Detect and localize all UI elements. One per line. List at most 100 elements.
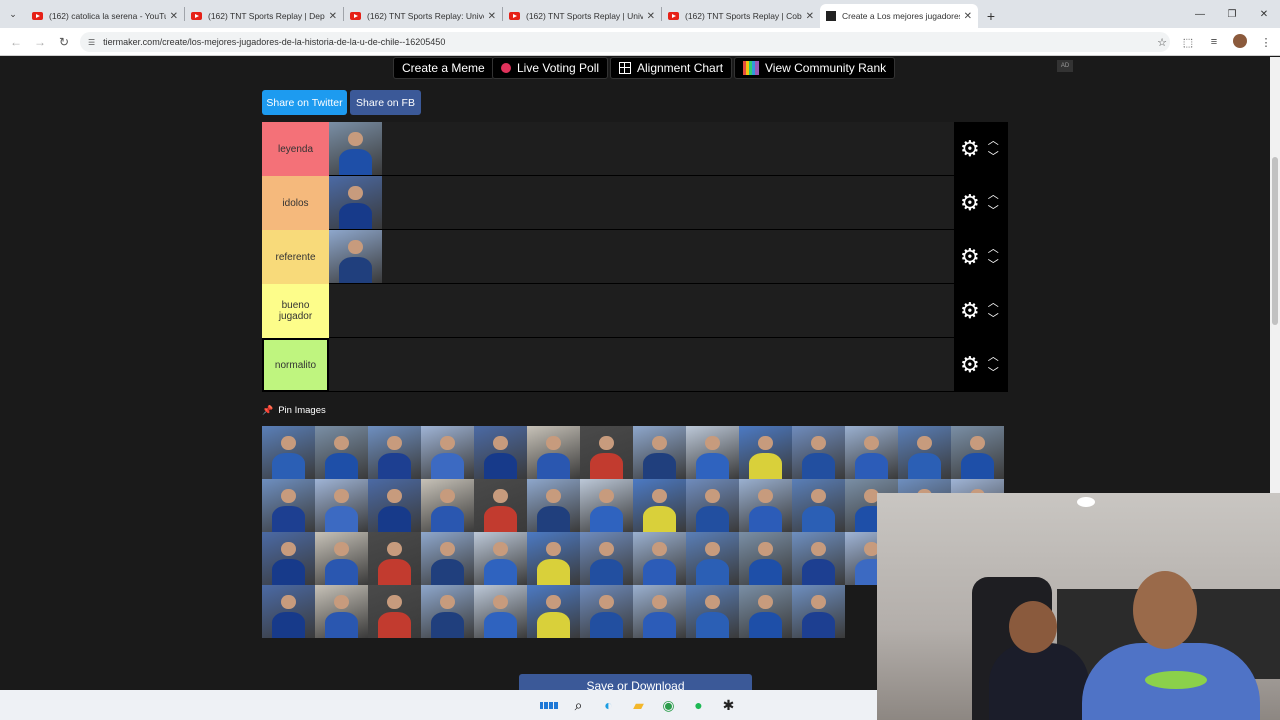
pool-player-image[interactable] [262, 585, 315, 638]
chevron-down-icon[interactable]: ﹀ [988, 311, 999, 327]
pool-player-image[interactable] [739, 532, 792, 585]
tier-player-image[interactable] [329, 176, 382, 229]
gear-icon[interactable]: ⚙ [960, 245, 980, 268]
pool-player-image[interactable] [262, 479, 315, 532]
tier-label[interactable]: referente [262, 230, 329, 284]
tier-items-dropzone[interactable] [329, 230, 954, 283]
new-tab-button[interactable]: + [978, 4, 1004, 28]
tab-search-icon[interactable]: ⌄ [0, 0, 26, 28]
tier-items-dropzone[interactable] [329, 338, 954, 391]
forward-icon[interactable]: → [28, 35, 52, 49]
chrome-icon[interactable]: ◉ [660, 696, 678, 714]
address-bar[interactable]: ☰ tiermaker.com/create/los-mejores-jugad… [80, 32, 1170, 52]
spotify-icon[interactable]: ● [690, 696, 708, 714]
scrollbar-thumb[interactable] [1272, 157, 1278, 325]
minimize-icon[interactable]: — [1184, 0, 1216, 28]
pool-player-image[interactable] [474, 585, 527, 638]
tier-label[interactable]: idolos [262, 176, 329, 230]
pool-player-image[interactable] [474, 426, 527, 479]
site-info-icon[interactable]: ☰ [88, 38, 95, 47]
tier-label[interactable]: normalito [262, 338, 329, 392]
share-fb-button[interactable]: Share on FB [350, 90, 421, 115]
close-window-icon[interactable]: ✕ [1248, 0, 1280, 28]
pool-player-image[interactable] [633, 585, 686, 638]
pool-player-image[interactable] [421, 479, 474, 532]
tier-items-dropzone[interactable] [329, 176, 954, 229]
chevron-down-icon[interactable]: ﹀ [988, 257, 999, 273]
tier-player-image[interactable] [329, 122, 382, 175]
pool-player-image[interactable] [580, 426, 633, 479]
tier-items-dropzone[interactable] [329, 284, 954, 337]
tier-items-dropzone[interactable] [329, 122, 954, 175]
chevron-up-icon[interactable]: ︿ [988, 349, 999, 365]
pool-player-image[interactable] [262, 426, 315, 479]
app-icon[interactable]: ✱ [720, 696, 738, 714]
pool-player-image[interactable] [527, 532, 580, 585]
gear-icon[interactable]: ⚙ [960, 353, 980, 376]
pool-player-image[interactable] [580, 479, 633, 532]
back-icon[interactable]: ← [4, 35, 28, 49]
bookmark-star-icon[interactable]: ☆ [1154, 36, 1170, 49]
tab-0[interactable]: (162) catolica la serena - YouTu ✕ [26, 4, 184, 28]
pool-player-image[interactable] [315, 585, 368, 638]
menu-icon[interactable]: ⋮ [1258, 36, 1274, 49]
gear-icon[interactable]: ⚙ [960, 191, 980, 214]
chevron-down-icon[interactable]: ﹀ [988, 365, 999, 381]
chevron-up-icon[interactable]: ︿ [988, 241, 999, 257]
pool-player-image[interactable] [368, 585, 421, 638]
pool-player-image[interactable] [527, 426, 580, 479]
pool-player-image[interactable] [527, 479, 580, 532]
tab-5-active[interactable]: Create a Los mejores jugadores ✕ [820, 4, 978, 28]
chevron-down-icon[interactable]: ﹀ [988, 203, 999, 219]
pool-player-image[interactable] [315, 426, 368, 479]
pool-player-image[interactable] [792, 426, 845, 479]
tier-label[interactable]: bueno jugador [262, 284, 329, 338]
close-icon[interactable]: ✕ [170, 11, 178, 22]
tab-1[interactable]: (162) TNT Sports Replay | Depo ✕ [185, 4, 343, 28]
pool-player-image[interactable] [951, 426, 1004, 479]
file-explorer-icon[interactable]: ▰ [630, 696, 648, 714]
pool-player-image[interactable] [580, 532, 633, 585]
pool-player-image[interactable] [792, 585, 845, 638]
community-rank-button[interactable]: View Community Rank [734, 57, 896, 79]
pool-player-image[interactable] [368, 479, 421, 532]
pool-player-image[interactable] [739, 426, 792, 479]
pool-player-image[interactable] [792, 532, 845, 585]
pool-player-image[interactable] [580, 585, 633, 638]
pool-player-image[interactable] [686, 479, 739, 532]
pool-player-image[interactable] [898, 426, 951, 479]
gear-icon[interactable]: ⚙ [960, 137, 980, 160]
windows-start-icon[interactable] [539, 696, 558, 714]
pool-player-image[interactable] [474, 479, 527, 532]
close-icon[interactable]: ✕ [329, 11, 337, 22]
maximize-icon[interactable]: ❐ [1216, 0, 1248, 28]
pool-player-image[interactable] [739, 479, 792, 532]
pool-player-image[interactable] [262, 532, 315, 585]
pool-player-image[interactable] [421, 532, 474, 585]
pool-player-image[interactable] [527, 585, 580, 638]
chevron-down-icon[interactable]: ﹀ [988, 149, 999, 165]
pool-player-image[interactable] [315, 479, 368, 532]
pool-player-image[interactable] [739, 585, 792, 638]
pool-player-image[interactable] [686, 585, 739, 638]
save-download-button[interactable]: Save or Download [519, 674, 752, 690]
close-icon[interactable]: ✕ [488, 11, 496, 22]
search-icon[interactable]: ⌕ [570, 696, 588, 714]
close-icon[interactable]: ✕ [964, 11, 972, 22]
share-twitter-button[interactable]: Share on Twitter [262, 90, 347, 115]
live-voting-poll-button[interactable]: Live Voting Poll [492, 57, 609, 79]
pool-player-image[interactable] [421, 585, 474, 638]
pool-player-image[interactable] [474, 532, 527, 585]
chevron-up-icon[interactable]: ︿ [988, 295, 999, 311]
pin-images-toggle[interactable]: 📌 Pin Images [262, 405, 326, 416]
pool-player-image[interactable] [368, 426, 421, 479]
tab-2[interactable]: (162) TNT Sports Replay: Unive ✕ [344, 4, 502, 28]
close-icon[interactable]: ✕ [806, 11, 814, 22]
media-icon[interactable]: ≡ [1206, 36, 1222, 48]
chevron-up-icon[interactable]: ︿ [988, 187, 999, 203]
create-meme-button[interactable]: Create a Meme [393, 57, 494, 79]
tab-4[interactable]: (162) TNT Sports Replay | Cobr ✕ [662, 4, 820, 28]
profile-avatar[interactable] [1232, 33, 1248, 51]
pool-player-image[interactable] [421, 426, 474, 479]
extensions-icon[interactable]: ⬚ [1180, 36, 1196, 49]
